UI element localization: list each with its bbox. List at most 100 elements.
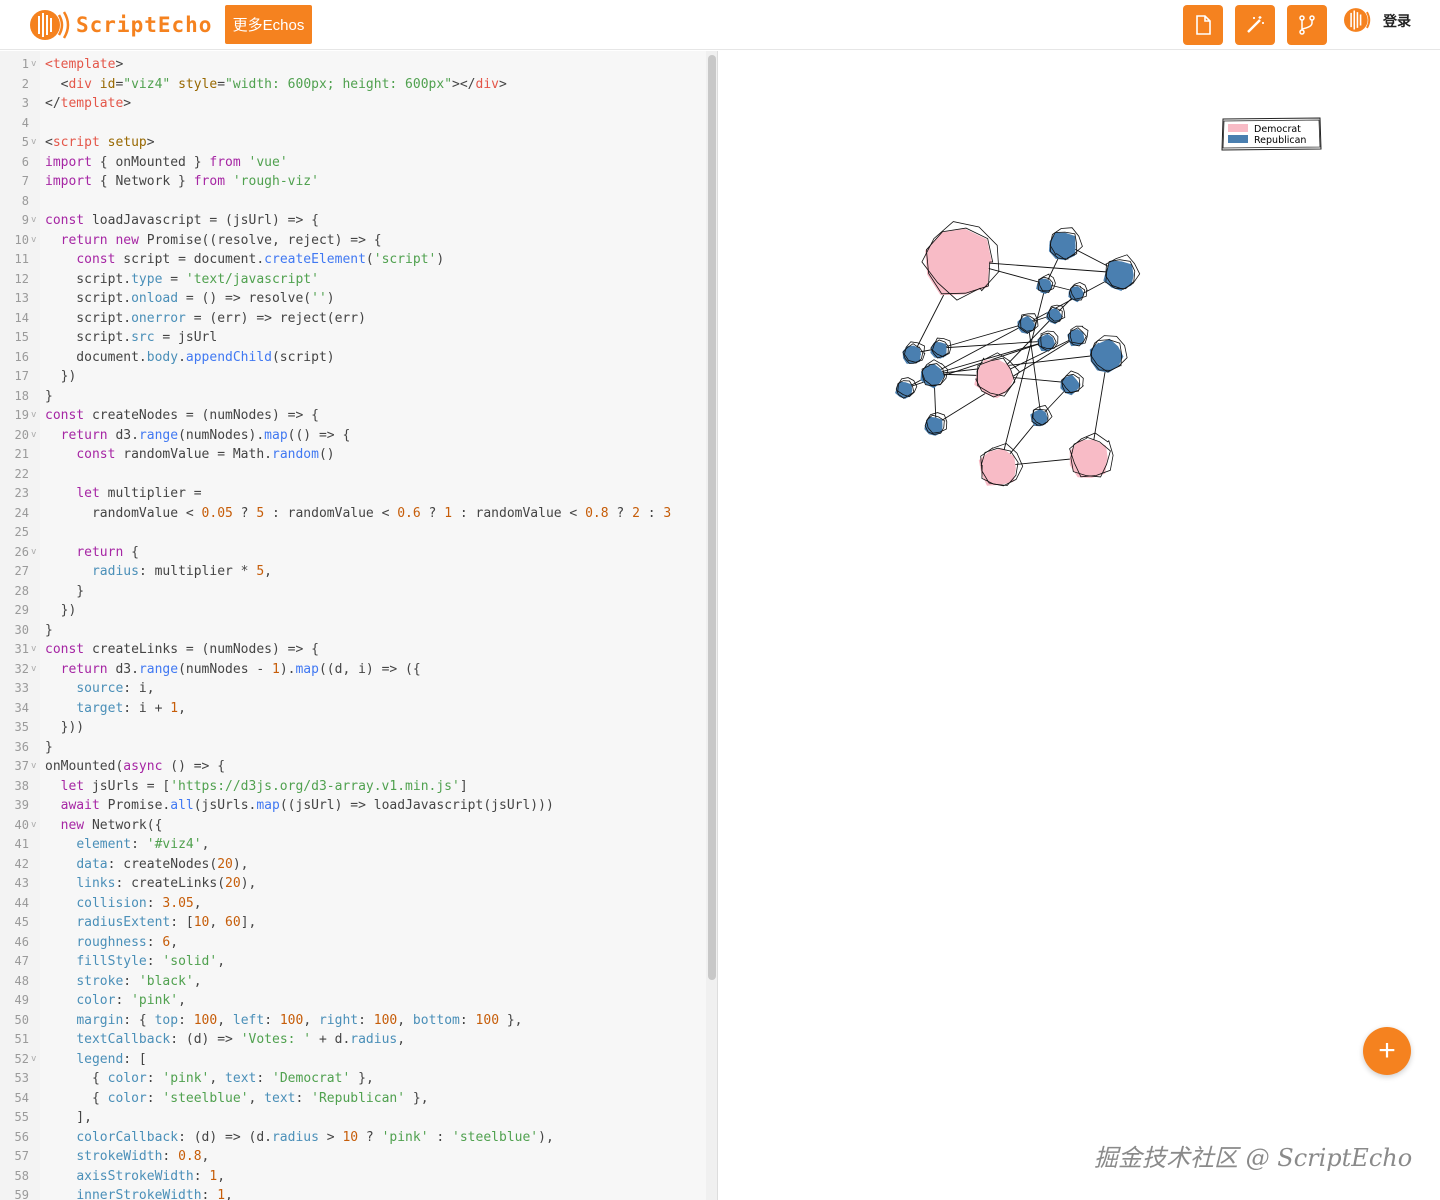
code-line[interactable]: 29 }) — [0, 601, 700, 621]
code-line[interactable]: 27 radius: multiplier * 5, — [0, 562, 700, 582]
code-line[interactable]: 44 collision: 3.05, — [0, 894, 700, 914]
code-line[interactable]: 10 v return new Promise((resolve, reject)… — [0, 231, 700, 251]
code-line[interactable]: 35 })) — [0, 718, 700, 738]
code-line[interactable]: 52 v legend: [ — [0, 1050, 700, 1070]
code-line[interactable]: 59 innerStrokeWidth: 1, — [0, 1186, 700, 1200]
code-line[interactable]: 56 colorCallback: (d) => (d.radius > 10 … — [0, 1128, 700, 1148]
code-line[interactable]: 38 let jsUrls = ['https://d3js.org/d3-ar… — [0, 777, 700, 797]
fold-toggle-icon[interactable]: v — [31, 660, 36, 680]
network-node[interactable] — [1069, 432, 1114, 478]
fold-toggle-icon[interactable]: v — [31, 133, 36, 153]
network-node[interactable] — [1048, 227, 1083, 261]
code-line[interactable]: 43 links: createLinks(20), — [0, 874, 700, 894]
code-line[interactable]: 28 } — [0, 582, 700, 602]
code-line[interactable]: 20 v return d3.range(numNodes).map(() => … — [0, 426, 700, 446]
code-line[interactable]: 55 ], — [0, 1108, 700, 1128]
code-line[interactable]: 46 roughness: 6, — [0, 933, 700, 953]
code-line[interactable]: 54 { color: 'steelblue', text: 'Republic… — [0, 1089, 700, 1109]
code-line[interactable]: 24 randomValue < 0.05 ? 5 : randomValue … — [0, 504, 700, 524]
code-line[interactable]: 49 color: 'pink', — [0, 991, 700, 1011]
magic-button[interactable] — [1235, 5, 1275, 45]
code-line[interactable]: 53 { color: 'pink', text: 'Democrat' }, — [0, 1069, 700, 1089]
code-line[interactable]: 17 }) — [0, 367, 700, 387]
code-line[interactable]: 42 data: createNodes(20), — [0, 855, 700, 875]
fold-toggle-icon[interactable]: v — [31, 816, 36, 836]
code-line[interactable]: 40 v new Network({ — [0, 816, 700, 836]
code-line[interactable]: 13 script.onload = () => resolve('') — [0, 289, 700, 309]
fold-toggle-icon[interactable]: v — [31, 640, 36, 660]
code-line[interactable]: 1 v <template> — [0, 55, 700, 75]
network-node[interactable] — [921, 221, 1000, 301]
code-line[interactable]: 37 v onMounted(async () => { — [0, 757, 700, 777]
code-line[interactable]: 32 v return d3.range(numNodes - 1).map((d… — [0, 660, 700, 680]
line-number: 14 — [14, 310, 29, 325]
code-content[interactable]: 1 v <template> 2 <div id="viz4" style="widt… — [0, 55, 700, 1200]
fold-toggle-icon[interactable]: v — [31, 55, 36, 75]
code-line[interactable]: 51 textCallback: (d) => 'Votes: ' + d.ra… — [0, 1030, 700, 1050]
code-line[interactable]: 23 let multiplier = — [0, 484, 700, 504]
code-line[interactable]: 8 — [0, 192, 700, 212]
code-editor[interactable]: 1 v <template> 2 <div id="viz4" style="widt… — [0, 51, 718, 1200]
code-line[interactable]: 14 script.onerror = (err) => reject(err) — [0, 309, 700, 329]
network-visualization[interactable]: Democrat Republican — [721, 51, 1440, 651]
network-node[interactable] — [924, 412, 948, 436]
code-line[interactable]: 34 target: i + 1, — [0, 699, 700, 719]
code-line[interactable]: 19 v const createNodes = (numNodes) => { — [0, 406, 700, 426]
code-line[interactable]: 26 v return { — [0, 543, 700, 563]
code-line[interactable]: 12 script.type = 'text/javascript' — [0, 270, 700, 290]
network-node[interactable] — [1030, 405, 1053, 427]
code-line[interactable]: 57 strokeWidth: 0.8, — [0, 1147, 700, 1167]
code-line[interactable]: 25 — [0, 523, 700, 543]
fold-toggle-icon[interactable]: v — [31, 211, 36, 231]
more-echos-button[interactable]: 更多Echos — [225, 5, 312, 44]
code-line[interactable]: 30} — [0, 621, 700, 641]
code-line[interactable]: 5 v <script setup> — [0, 133, 700, 153]
code-line[interactable]: 15 script.src = jsUrl — [0, 328, 700, 348]
network-node[interactable] — [1103, 254, 1141, 292]
fold-toggle-icon[interactable]: v — [31, 231, 36, 251]
code-line[interactable]: 33 source: i, — [0, 679, 700, 699]
code-line[interactable]: 18} — [0, 387, 700, 407]
code-line[interactable]: 47 fillStyle: 'solid', — [0, 952, 700, 972]
code-line[interactable]: 4 — [0, 114, 700, 134]
fold-toggle-icon[interactable]: v — [31, 426, 36, 446]
fork-button[interactable] — [1287, 5, 1327, 45]
fold-toggle-icon[interactable]: v — [31, 757, 36, 777]
fold-toggle-icon[interactable]: v — [31, 406, 36, 426]
code-line[interactable]: 50 margin: { top: 100, left: 100, right:… — [0, 1011, 700, 1031]
login-link[interactable]: 登录 — [1383, 11, 1411, 31]
network-node[interactable] — [1037, 330, 1059, 352]
code-line[interactable]: 22 — [0, 465, 700, 485]
network-node[interactable] — [930, 337, 952, 359]
code-line[interactable]: 3 </template> — [0, 94, 700, 114]
code-line[interactable]: 39 await Promise.all(jsUrls.map((jsUrl) … — [0, 796, 700, 816]
code-line[interactable]: 11 const script = document.createElement… — [0, 250, 700, 270]
add-fab-button[interactable]: + — [1363, 1027, 1411, 1075]
user-avatar-icon[interactable] — [1342, 5, 1376, 35]
code-line[interactable]: 31 v const createLinks = (numNodes) => { — [0, 640, 700, 660]
fold-toggle-icon[interactable]: v — [31, 1050, 36, 1070]
network-node[interactable] — [902, 341, 926, 364]
code-line[interactable]: 58 axisStrokeWidth: 1, — [0, 1167, 700, 1187]
network-node[interactable] — [1067, 325, 1089, 347]
brand-logo[interactable]: ScriptEcho — [28, 6, 212, 44]
editor-scrollbar-thumb[interactable] — [708, 55, 716, 980]
code-line[interactable]: 45 radiusExtent: [10, 60], — [0, 913, 700, 933]
network-node[interactable] — [920, 359, 949, 389]
code-line[interactable]: 36} — [0, 738, 700, 758]
code-line[interactable]: 48 stroke: 'black', — [0, 972, 700, 992]
code-line[interactable]: 7 import { Network } from 'rough-viz' — [0, 172, 700, 192]
network-node[interactable] — [1036, 273, 1056, 294]
fold-toggle-icon[interactable]: v — [31, 543, 36, 563]
code-line[interactable]: 6 import { onMounted } from 'vue' — [0, 153, 700, 173]
code-line[interactable]: 2 <div id="viz4" style="width: 600px; he… — [0, 75, 700, 95]
network-node[interactable] — [895, 377, 918, 400]
network-node[interactable] — [1089, 335, 1128, 373]
code-line[interactable]: 21 const randomValue = Math.random() — [0, 445, 700, 465]
code-line[interactable]: 9 v const loadJavascript = (jsUrl) => { — [0, 211, 700, 231]
code-line[interactable]: 16 document.body.appendChild(script) — [0, 348, 700, 368]
network-node[interactable] — [1017, 313, 1039, 335]
new-file-button[interactable] — [1183, 5, 1223, 45]
code-line[interactable]: 41 element: '#viz4', — [0, 835, 700, 855]
network-node[interactable] — [1060, 370, 1085, 396]
